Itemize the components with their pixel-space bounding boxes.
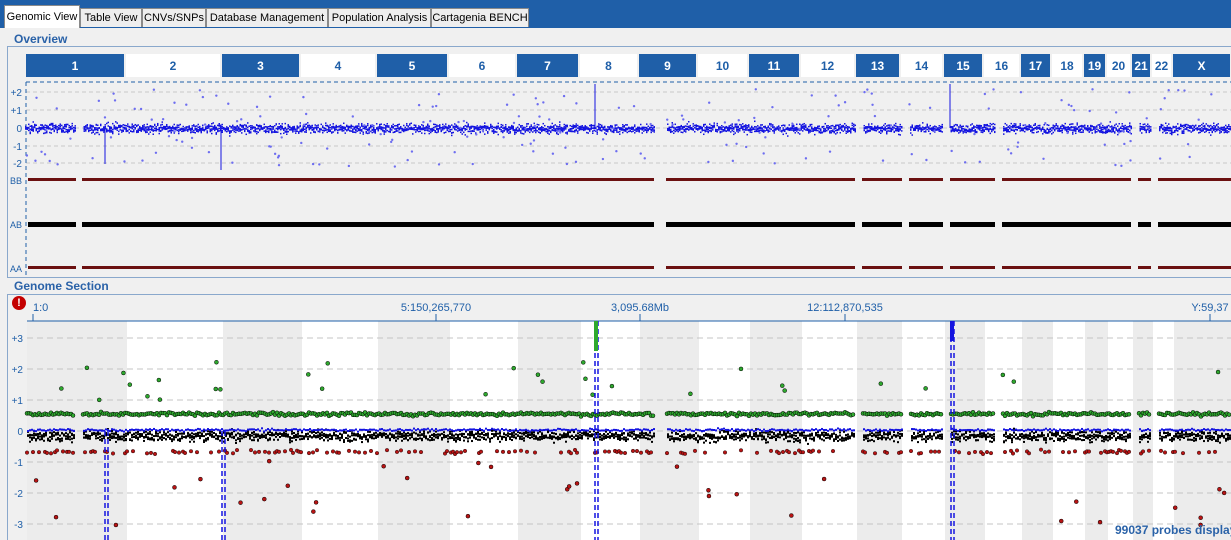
overview-y-tick: 0 <box>16 124 22 135</box>
genotype-track <box>950 266 995 269</box>
genotype-label: AA <box>10 264 22 274</box>
genome-y-tick: -1 <box>14 458 23 469</box>
chromosome-label: 14 <box>915 59 929 73</box>
chromosome-label: 10 <box>716 59 730 73</box>
tab-genomic-view[interactable]: Genomic View <box>4 5 80 28</box>
chromosome-label: X <box>1197 59 1205 73</box>
chromosome-label: 16 <box>995 59 1009 73</box>
chromosome-label: 4 <box>335 59 342 73</box>
overview-y-tick: +1 <box>11 106 23 117</box>
genotype-track <box>862 222 902 227</box>
genome-y-tick: +2 <box>12 365 24 376</box>
chromosome-label: 15 <box>956 59 970 73</box>
chromosome-label: 20 <box>1112 59 1126 73</box>
genotype-track <box>1138 266 1151 269</box>
gain-segment <box>950 321 954 341</box>
overview-title: Overview <box>14 32 68 46</box>
genotype-track <box>1002 178 1131 181</box>
position-label: 3,095.68Mb <box>611 302 669 314</box>
genotype-track <box>1158 178 1231 181</box>
genotype-track <box>909 178 943 181</box>
genotype-track <box>862 266 902 269</box>
chromosome-label: 11 <box>768 59 781 73</box>
overview-y-tick: -1 <box>13 142 22 153</box>
genotype-track <box>28 178 76 181</box>
position-label: 5:150,265,770 <box>401 302 471 314</box>
overview-probe-band <box>25 120 1231 137</box>
genotype-track <box>909 222 943 227</box>
genotype-track <box>82 178 654 181</box>
chromosome-label: 21 <box>1134 59 1148 73</box>
chromosome-label: 12 <box>821 59 835 73</box>
chromosome-label: 1 <box>72 59 79 73</box>
genotype-track <box>909 266 943 269</box>
genotype-label: AB <box>10 220 22 230</box>
tab-table-view[interactable]: Table View <box>80 8 142 27</box>
chromosome-label: 6 <box>479 59 486 73</box>
genotype-track <box>1158 222 1231 227</box>
chromosome-label: 22 <box>1155 59 1169 73</box>
tab-cartagenia-bench[interactable]: Cartagenia BENCH <box>431 8 529 27</box>
overview-plot[interactable]: 1 2 3 4 5 6 7 8 9 10 11 12 13 14 15 16 17 18 19 20 21 22 X+2+1… <box>0 46 1231 278</box>
chromosome-label: 17 <box>1029 59 1043 73</box>
genome-section-title: Genome Section <box>14 279 109 293</box>
position-label: Y:59,37 <box>1191 302 1228 314</box>
tab-cnvs-snps[interactable]: CNVs/SNPs <box>142 8 206 27</box>
overview-y-tick: +2 <box>11 88 23 99</box>
genome-y-tick: +1 <box>12 396 24 407</box>
chromosome-label: 2 <box>170 59 177 73</box>
genotype-track <box>666 178 855 181</box>
genotype-track <box>666 222 855 227</box>
genome-y-tick: -3 <box>14 520 23 531</box>
chromosome-label: 7 <box>544 59 551 73</box>
genotype-track <box>82 266 654 269</box>
genotype-track <box>28 266 76 269</box>
tab-database-management[interactable]: Database Management <box>206 8 328 27</box>
warning-icon[interactable]: ! <box>12 296 26 310</box>
chromosome-label: 8 <box>605 59 612 73</box>
probes-count-label: 99037 probes displayed <box>1115 523 1231 537</box>
chromosome-label: 18 <box>1060 59 1074 73</box>
position-label: 1:0 <box>33 302 48 314</box>
genotype-label: BB <box>10 176 22 186</box>
overview-y-tick: -2 <box>13 159 22 170</box>
chromosome-label: 9 <box>664 59 671 73</box>
genome-y-tick: +3 <box>12 334 24 345</box>
genotype-track <box>666 266 855 269</box>
genotype-track <box>862 178 902 181</box>
gain-segment <box>594 321 598 351</box>
tab-bar: Genomic View Table View CNVs/SNPs Databa… <box>0 0 1231 28</box>
genotype-track <box>1138 222 1151 227</box>
tab-population-analysis[interactable]: Population Analysis <box>328 8 431 27</box>
genotype-track <box>82 222 654 227</box>
genotype-track <box>1002 222 1131 227</box>
chromosome-label: 5 <box>409 59 416 73</box>
genome-y-tick: 0 <box>17 427 23 438</box>
chromosome-label: 19 <box>1088 59 1102 73</box>
genotype-track <box>1138 178 1151 181</box>
position-label: 12:112,870,535 <box>807 302 883 314</box>
chromosome-label: 13 <box>871 59 885 73</box>
genotype-track <box>1158 266 1231 269</box>
chromosome-label: 3 <box>257 59 264 73</box>
genome-y-tick: -2 <box>14 489 23 500</box>
genotype-track <box>950 178 995 181</box>
genome-section-plot[interactable]: 1:0 5:150,265,770 3,095.68Mb 12:112,870,535… <box>0 294 1231 540</box>
genotype-track <box>1002 266 1131 269</box>
genotype-track <box>950 222 995 227</box>
genotype-track <box>28 222 76 227</box>
